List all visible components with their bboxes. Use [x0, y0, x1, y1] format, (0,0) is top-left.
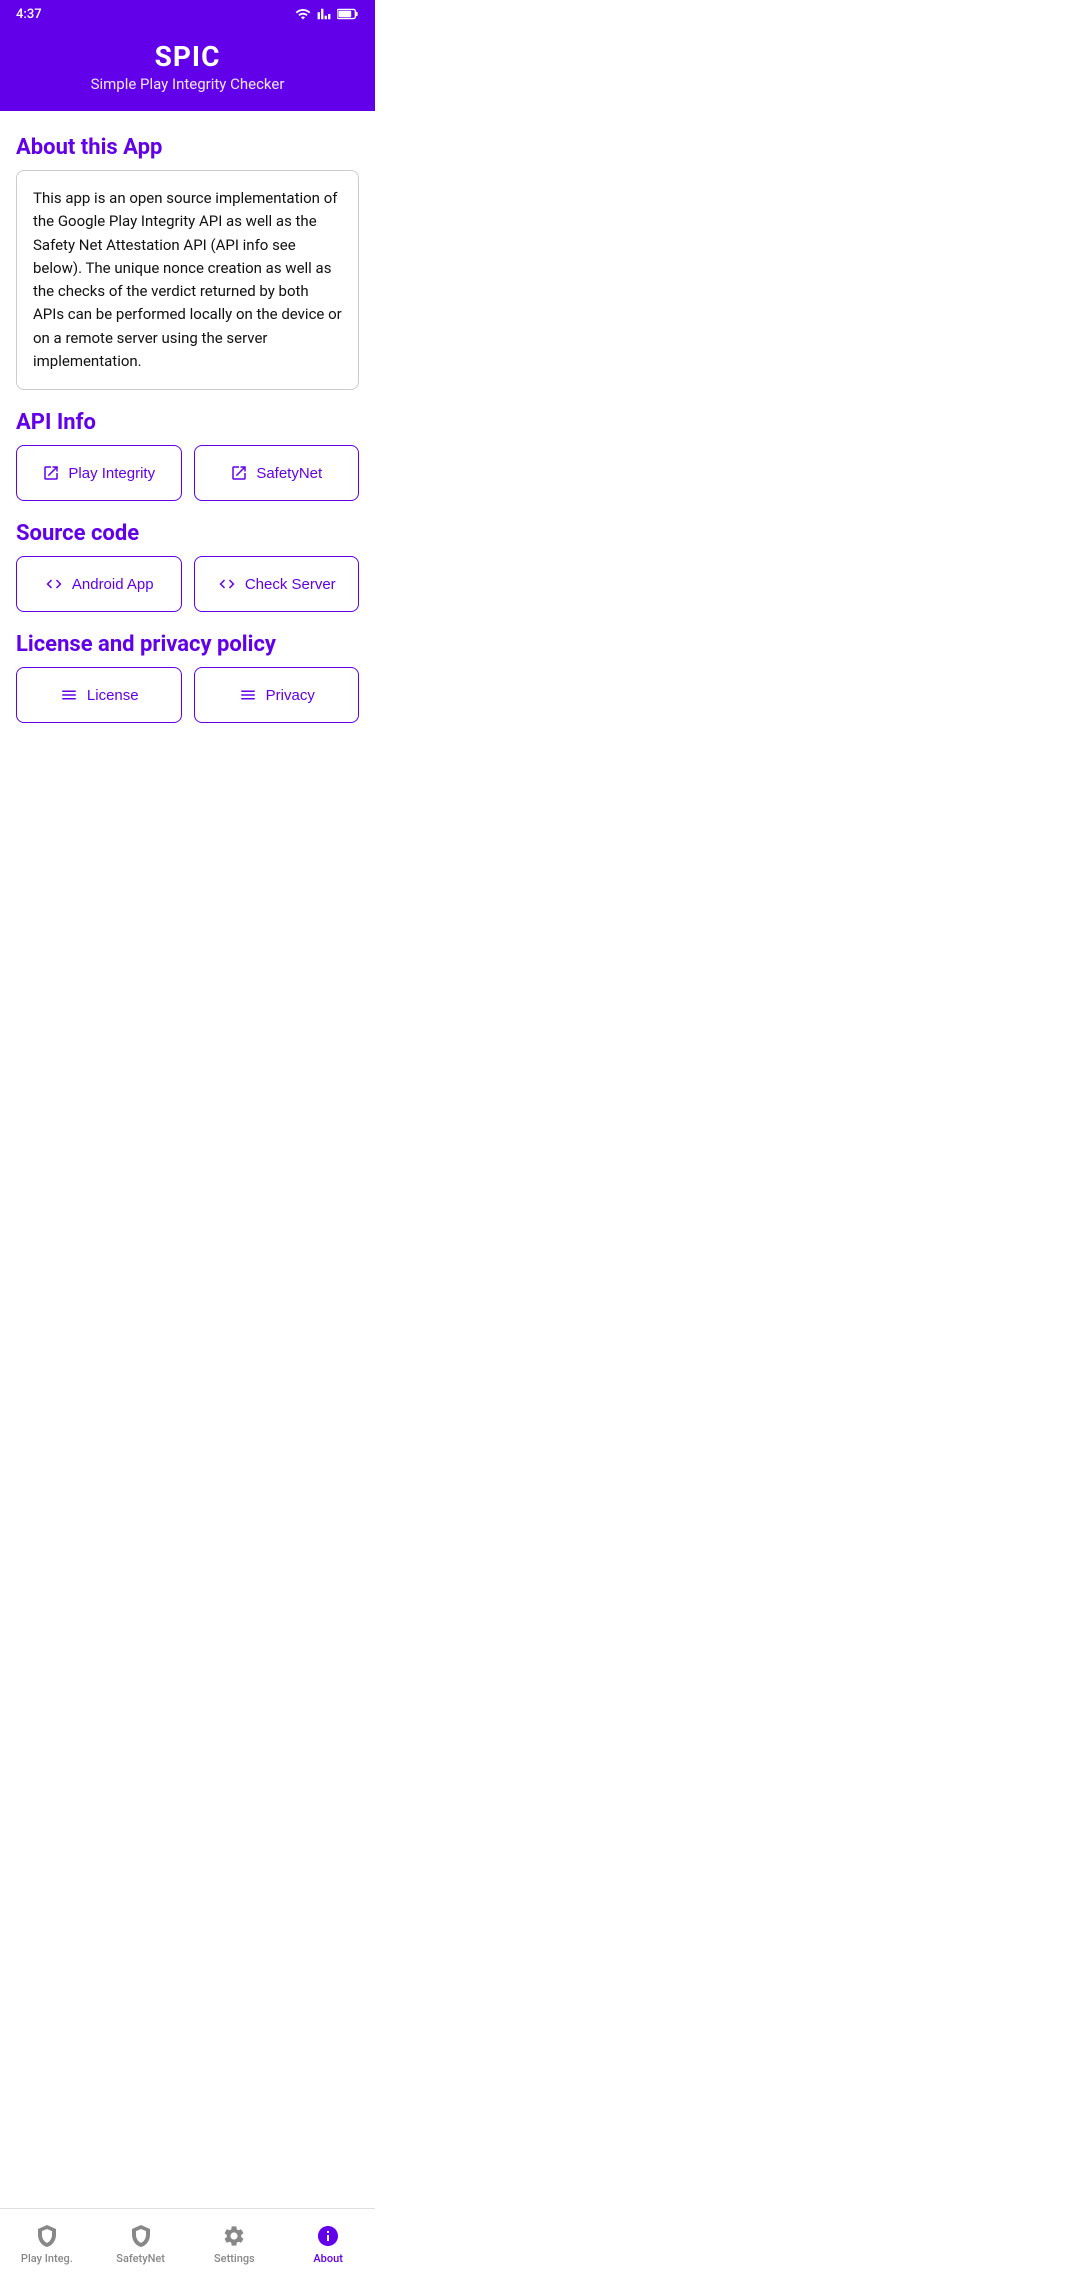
nav-label-about: About — [313, 2252, 343, 2265]
open-in-new-icon-play — [42, 464, 60, 482]
android-app-button[interactable]: Android App — [16, 556, 182, 612]
nav-icon-safetynet — [129, 2224, 153, 2248]
status-time: 4:37 — [16, 7, 42, 22]
bottom-navigation: Play Integ. SafetyNet Settings About — [0, 2208, 375, 2280]
nav-icon-play-integrity — [35, 2224, 59, 2248]
signal-icon — [317, 6, 331, 22]
nav-item-settings[interactable]: Settings — [188, 2209, 282, 2280]
code-icon-android — [44, 575, 64, 593]
license-btn-label: License — [87, 687, 139, 704]
about-description-card: This app is an open source implementatio… — [16, 170, 359, 390]
privacy-btn-label: Privacy — [266, 687, 315, 704]
app-header: SPIC Simple Play Integrity Checker — [0, 28, 375, 111]
nav-item-about[interactable]: About — [281, 2209, 375, 2280]
nav-label-safetynet: SafetyNet — [116, 2252, 165, 2265]
nav-item-play-integrity[interactable]: Play Integ. — [0, 2209, 94, 2280]
privacy-button[interactable]: Privacy — [194, 667, 360, 723]
nav-icon-about — [316, 2224, 340, 2248]
about-section-title: About this App — [16, 135, 359, 160]
battery-icon — [337, 8, 359, 20]
play-integrity-button[interactable]: Play Integrity — [16, 445, 182, 501]
check-server-button[interactable]: Check Server — [194, 556, 360, 612]
nav-item-safetynet[interactable]: SafetyNet — [94, 2209, 188, 2280]
license-section-title: License and privacy policy — [16, 632, 359, 657]
status-bar: 4:37 — [0, 0, 375, 28]
app-title: SPIC — [16, 40, 359, 73]
list-icon-privacy — [238, 686, 258, 704]
nav-label-play-integrity: Play Integ. — [21, 2252, 73, 2265]
license-buttons: License Privacy — [16, 667, 359, 723]
list-icon-license — [59, 686, 79, 704]
main-content: About this App This app is an open sourc… — [0, 111, 375, 2280]
wifi-icon — [295, 6, 311, 22]
nav-icon-settings — [222, 2224, 246, 2248]
code-icon-server — [217, 575, 237, 593]
open-in-new-icon-safetynet — [230, 464, 248, 482]
status-icons — [295, 6, 359, 22]
safetynet-btn-label: SafetyNet — [256, 465, 322, 482]
source-code-buttons: Android App Check Server — [16, 556, 359, 612]
app-subtitle: Simple Play Integrity Checker — [16, 75, 359, 93]
safetynet-button[interactable]: SafetyNet — [194, 445, 360, 501]
about-description-text: This app is an open source implementatio… — [33, 187, 342, 373]
nav-label-settings: Settings — [214, 2252, 255, 2265]
source-code-section-title: Source code — [16, 521, 359, 546]
license-button[interactable]: License — [16, 667, 182, 723]
api-info-buttons: Play Integrity SafetyNet — [16, 445, 359, 501]
android-app-btn-label: Android App — [72, 576, 154, 593]
play-integrity-btn-label: Play Integrity — [68, 465, 155, 482]
api-info-section-title: API Info — [16, 410, 359, 435]
check-server-btn-label: Check Server — [245, 576, 336, 593]
